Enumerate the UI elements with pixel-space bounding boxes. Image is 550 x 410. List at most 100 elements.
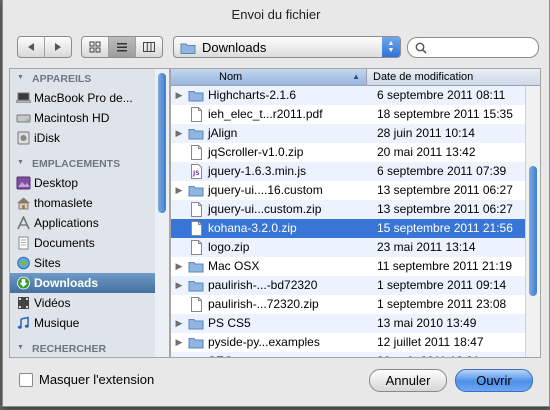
file-row[interactable]: ▶ Mac OSX 11 septembre 2011 21:19 <box>171 257 540 276</box>
sidebar-item-label: Musique <box>34 316 80 330</box>
open-file-dialog: Envoi du fichier Downloads ▲ ▼ ▼ APPAREI… <box>2 0 550 407</box>
file-row[interactable]: logo.zip 23 mai 2011 13:14 <box>171 238 540 257</box>
sidebar-item-applications[interactable]: Applications <box>10 213 156 233</box>
file-name: Highcharts-2.1.6 <box>208 88 297 102</box>
row-spacer <box>171 162 187 181</box>
sidebar-item-desktop[interactable]: Desktop <box>10 173 156 193</box>
sidebar-item-label: Downloads <box>34 276 99 290</box>
file-row[interactable]: kohana-3.2.0.zip 15 septembre 2011 21:56 <box>171 219 540 238</box>
row-icon <box>187 295 205 314</box>
sidebar-scrollbar[interactable] <box>155 68 170 358</box>
sidebar-item-home[interactable]: thomaslete <box>10 193 156 213</box>
folder-icon <box>188 281 204 292</box>
folder-icon <box>188 262 204 273</box>
popup-arrows-icon: ▲ ▼ <box>382 37 400 57</box>
documents-icon <box>18 236 29 250</box>
forward-button[interactable] <box>45 37 71 57</box>
folder-icon <box>188 338 204 349</box>
file-date: 6 septembre 2011 07:39 <box>377 164 507 178</box>
disclosure-triangle-icon[interactable]: ▶ <box>171 86 187 105</box>
list-view-icon <box>117 43 127 52</box>
file-date: 13 septembre 2011 06:27 <box>377 202 513 216</box>
sidebar-item-documents[interactable]: Documents <box>10 233 156 253</box>
disclosure-triangle-icon[interactable]: ▶ <box>171 352 187 357</box>
file-name: ieh_elec_t...r2011.pdf <box>208 107 323 121</box>
sidebar-scroll-thumb[interactable] <box>158 73 166 213</box>
disclosure-triangle-icon[interactable]: ▶ <box>171 276 187 295</box>
disclosure-triangle-icon[interactable]: ▶ <box>171 257 187 276</box>
row-icon <box>187 257 205 276</box>
laptop-icon <box>16 92 31 103</box>
list-view-button[interactable] <box>109 37 136 57</box>
sidebar-item-macintosh-hd[interactable]: Macintosh HD <box>10 108 156 128</box>
row-spacer <box>171 238 187 257</box>
folder-icon <box>180 43 196 54</box>
file-name: jAlign <box>208 126 238 140</box>
hide-extension-checkbox[interactable]: Masquer l'extension <box>19 372 154 387</box>
file-name: SEO <box>205 352 370 357</box>
date-column-header[interactable]: Date de modification <box>367 69 540 85</box>
file-row[interactable]: jquery-ui...custom.zip 13 septembre 2011 … <box>171 200 540 219</box>
disclosure-triangle-icon[interactable]: ▶ <box>171 124 187 143</box>
file-row[interactable]: ▶ paulirish-...-bd72320 1 septembre 2011 0… <box>171 276 540 295</box>
row-spacer <box>171 105 187 124</box>
name-column-header[interactable]: Nom ▲ <box>171 69 367 85</box>
sidebar-item-label: MacBook Pro de... <box>34 91 133 105</box>
disclosure-triangle-icon[interactable]: ▶ <box>171 181 187 200</box>
cancel-button[interactable]: Annuler <box>369 369 447 392</box>
search-input[interactable] <box>431 39 535 56</box>
file-row[interactable]: ▶ PS CS5 13 mai 2010 13:49 <box>171 314 540 333</box>
icon-view-button[interactable] <box>82 37 109 57</box>
sidebar-item-downloads[interactable]: Downloads <box>10 273 156 293</box>
file-row[interactable]: ▶ pyside-py...examples 12 juillet 2011 18:… <box>171 333 540 352</box>
open-button[interactable]: Ouvrir <box>455 369 533 392</box>
file-row[interactable]: ▶ Highcharts-2.1.6 6 septembre 2011 08:11 <box>171 86 540 105</box>
location-label: Downloads <box>202 39 267 55</box>
file-date: 23 mai 2011 13:14 <box>377 240 476 254</box>
sidebar-item-macbook[interactable]: MacBook Pro de... <box>10 88 156 108</box>
back-button[interactable] <box>18 37 45 57</box>
column-header: Nom ▲ Date de modification <box>171 69 540 86</box>
file-name: jquery-1.6.3.min.js <box>208 164 307 178</box>
file-name: logo.zip <box>208 240 250 254</box>
folder-icon <box>188 186 204 197</box>
file-row[interactable]: ▶ jAlign 28 juin 2011 10:14 <box>171 124 540 143</box>
applications-icon <box>17 216 30 230</box>
history-buttons <box>17 36 72 58</box>
file-row[interactable]: jqScroller-v1.0.zip 20 mai 2011 13:42 <box>171 143 540 162</box>
sidebar-item-movies[interactable]: Vidéos <box>10 293 156 313</box>
folder-icon <box>188 319 204 330</box>
home-icon <box>17 197 30 210</box>
column-view-button[interactable] <box>136 37 162 57</box>
row-spacer <box>171 295 187 314</box>
sidebar-item-music[interactable]: Musique <box>10 313 156 333</box>
file-date: 13 septembre 2011 06:27 <box>377 183 513 197</box>
sidebar-section-devices[interactable]: APPAREILS <box>10 69 156 88</box>
sidebar-section-search[interactable]: RECHERCHER <box>10 339 156 357</box>
disclosure-triangle-icon[interactable]: ▶ <box>171 314 187 333</box>
location-popup[interactable]: Downloads ▲ ▼ <box>173 36 401 58</box>
folder-icon <box>188 129 204 140</box>
sidebar-section-places[interactable]: EMPLACEMENTS <box>10 154 156 173</box>
document-icon <box>190 107 202 122</box>
row-icon <box>187 143 205 162</box>
disclosure-triangle-icon[interactable]: ▶ <box>171 333 187 352</box>
row-icon <box>187 276 205 295</box>
file-list-scrollbar[interactable] <box>525 86 540 357</box>
row-icon <box>187 124 205 143</box>
file-row[interactable]: JS jquery-1.6.3.min.js 6 septembre 2011 07… <box>171 162 540 181</box>
back-arrow-icon <box>28 43 34 51</box>
row-icon <box>187 105 205 124</box>
file-row[interactable]: ▶ SEO30 août 2011 18:31 <box>171 352 540 357</box>
file-row[interactable]: ieh_elec_t...r2011.pdf 18 septembre 2011 … <box>171 105 540 124</box>
file-row[interactable]: paulirish-...72320.zip 1 septembre 2011 2… <box>171 295 540 314</box>
file-date: 15 septembre 2011 21:56 <box>377 221 513 235</box>
file-date: 11 septembre 2011 21:19 <box>377 259 512 273</box>
checkbox-box[interactable] <box>19 372 33 387</box>
file-row[interactable]: ▶ jquery-ui....16.custom 13 septembre 2011… <box>171 181 540 200</box>
file-list-scroll-thumb[interactable] <box>529 166 537 296</box>
sidebar-item-idisk[interactable]: iDisk <box>10 128 156 148</box>
search-field[interactable] <box>407 37 539 58</box>
row-spacer <box>171 219 187 238</box>
sidebar-item-sites[interactable]: Sites <box>10 253 156 273</box>
